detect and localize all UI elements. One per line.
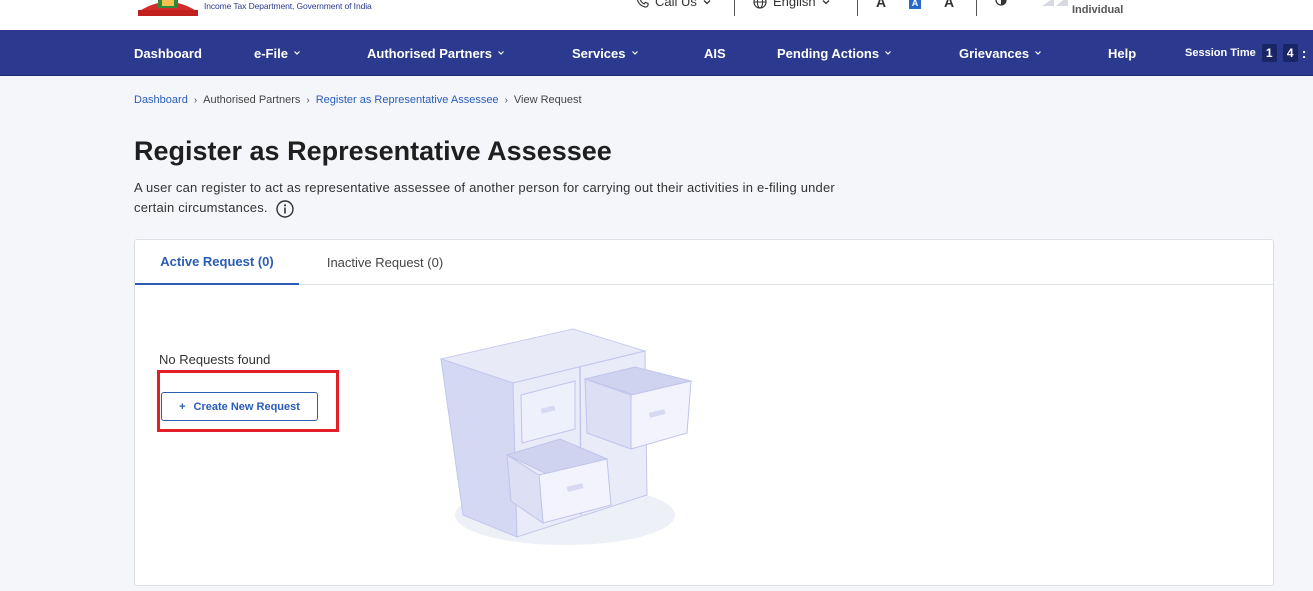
- session-colon: :: [1301, 45, 1307, 61]
- session-timer: Session Time 1 4 :: [1185, 30, 1306, 76]
- breadcrumb-dashboard[interactable]: Dashboard: [134, 94, 188, 106]
- session-digit: 1: [1261, 44, 1277, 62]
- tab-label: Active Request (0): [160, 254, 274, 269]
- chevron-down-icon: [498, 51, 504, 55]
- divider: [857, 0, 858, 16]
- breadcrumb-separator: ›: [504, 94, 508, 106]
- description-text: A user can register to act as representa…: [134, 180, 835, 215]
- nav-label: Pending Actions: [777, 45, 880, 61]
- globe-icon: [753, 0, 767, 9]
- language-label: English: [773, 0, 816, 9]
- empty-cabinet-illustration: [439, 328, 693, 545]
- chevron-down-icon: [822, 0, 830, 4]
- contrast-icon[interactable]: [995, 0, 1007, 6]
- nav-label: Dashboard: [134, 45, 202, 61]
- request-tabs: Active Request (0) Inactive Request (0): [135, 240, 1273, 285]
- nav-authorised-partners[interactable]: Authorised Partners: [367, 30, 505, 76]
- breadcrumb-separator: ›: [306, 94, 310, 106]
- divider: [976, 0, 977, 16]
- nav-dashboard[interactable]: Dashboard: [134, 30, 202, 76]
- session-digit: 4: [1282, 44, 1298, 62]
- language-dropdown[interactable]: English: [753, 0, 830, 9]
- nav-help[interactable]: Help: [1108, 30, 1136, 76]
- call-us-dropdown[interactable]: Call Us: [636, 0, 711, 9]
- highlight-box: [157, 370, 339, 432]
- nav-ais[interactable]: AIS: [704, 30, 726, 76]
- breadcrumb-register-representative[interactable]: Register as Representative Assessee: [316, 94, 499, 106]
- font-small-button[interactable]: A: [876, 0, 886, 10]
- empty-state-text: No Requests found: [159, 352, 271, 367]
- page-description: A user can register to act as representa…: [134, 178, 874, 218]
- tab-inactive-request[interactable]: Inactive Request (0): [299, 240, 471, 285]
- font-default-button[interactable]: A: [909, 0, 921, 9]
- nav-label: Services: [572, 45, 626, 61]
- info-icon[interactable]: [276, 199, 294, 218]
- nav-e-file[interactable]: e-File: [254, 30, 301, 76]
- department-name: Income Tax Department, Government of Ind…: [204, 1, 372, 11]
- top-header: Income Tax Department, Government of Ind…: [0, 0, 1313, 30]
- session-label: Session Time: [1185, 47, 1256, 59]
- nav-label: AIS: [704, 45, 726, 61]
- nav-label: e-File: [254, 45, 288, 61]
- main-navigation: Dashboard e-File Authorised Partners Ser…: [0, 30, 1313, 76]
- emblem-logo-icon: [138, 0, 198, 16]
- chevron-down-icon: [885, 51, 892, 55]
- nav-label: Authorised Partners: [367, 45, 492, 61]
- page-title: Register as Representative Assessee: [134, 136, 612, 166]
- breadcrumb-authorised-partners: Authorised Partners: [203, 94, 301, 106]
- breadcrumb-separator: ›: [193, 94, 198, 106]
- tab-label: Inactive Request (0): [326, 255, 444, 270]
- call-us-label: Call Us: [655, 0, 697, 9]
- breadcrumb: Dashboard › Authorised Partners › Regist…: [134, 94, 582, 106]
- chevron-down-icon: [294, 51, 300, 55]
- chevron-down-icon: [1035, 51, 1042, 55]
- nav-grievances[interactable]: Grievances: [959, 30, 1042, 76]
- chevron-down-icon: [631, 51, 638, 55]
- font-large-button[interactable]: A: [944, 0, 954, 10]
- nav-pending-actions[interactable]: Pending Actions: [777, 30, 892, 76]
- tab-active-request[interactable]: Active Request (0): [135, 240, 299, 285]
- nav-label: Help: [1108, 45, 1137, 61]
- breadcrumb-view-request: View Request: [513, 94, 582, 106]
- phone-icon: [636, 0, 649, 8]
- divider: [734, 0, 735, 16]
- nav-label: Grievances: [959, 45, 1030, 61]
- user-type-label: Individual: [1072, 4, 1124, 16]
- nav-services[interactable]: Services: [572, 30, 639, 76]
- requests-card: Active Request (0) Inactive Request (0) …: [134, 239, 1274, 586]
- chevron-down-icon: [703, 0, 711, 4]
